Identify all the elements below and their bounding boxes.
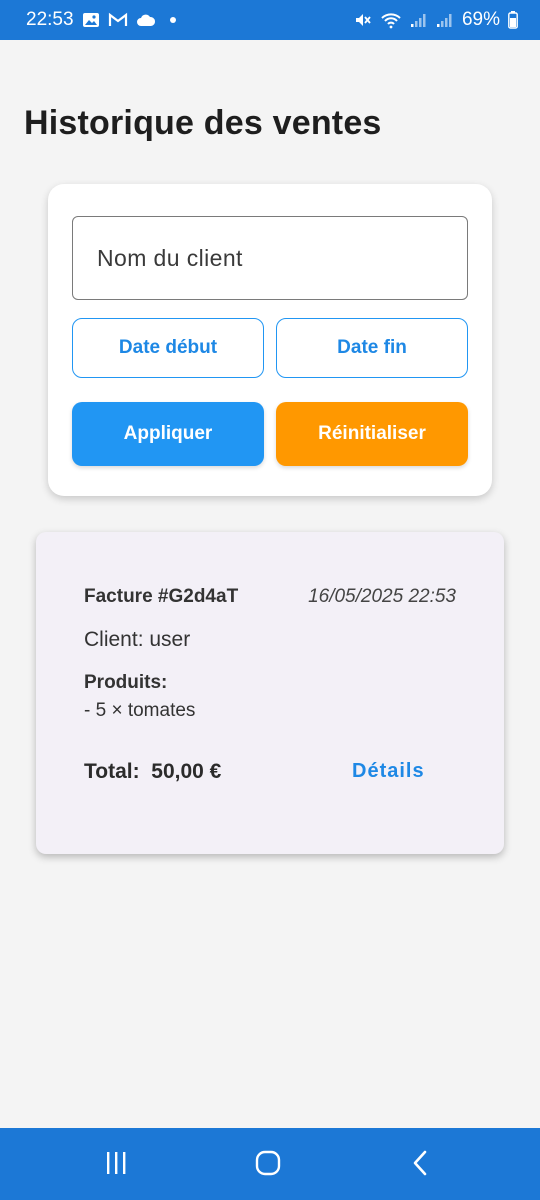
navigation-bar bbox=[0, 1128, 540, 1200]
home-icon bbox=[254, 1149, 282, 1180]
invoice-date: 16/05/2025 22:53 bbox=[308, 586, 456, 607]
signal-icon-2 bbox=[436, 12, 454, 28]
filter-card: Date début Date fin Appliquer Réinitiali… bbox=[48, 184, 492, 496]
status-right: 69% bbox=[354, 9, 518, 31]
products-label: Produits: bbox=[84, 672, 168, 693]
dot-icon bbox=[169, 17, 176, 23]
battery-icon bbox=[508, 11, 518, 29]
mute-icon bbox=[354, 11, 372, 29]
details-button[interactable]: Détails bbox=[352, 760, 425, 783]
signal-icon bbox=[410, 12, 428, 28]
page-title: Historique des ventes bbox=[24, 104, 382, 142]
image-icon bbox=[82, 12, 100, 28]
reset-label: Réinitialiser bbox=[318, 423, 426, 444]
back-icon bbox=[410, 1149, 430, 1180]
cloud-icon bbox=[136, 13, 156, 27]
invoice-number: Facture #G2d4aT bbox=[84, 586, 239, 607]
date-end-label: Date fin bbox=[337, 337, 407, 358]
apply-label: Appliquer bbox=[123, 423, 213, 444]
date-start-button[interactable]: Date début bbox=[72, 318, 264, 378]
battery-percent: 69% bbox=[461, 9, 500, 30]
gmail-icon bbox=[108, 12, 128, 28]
recents-icon bbox=[103, 1150, 129, 1179]
wifi-icon bbox=[380, 11, 402, 29]
status-time: 22:53 bbox=[26, 9, 74, 30]
product-item: - 5 × tomates bbox=[84, 700, 196, 721]
apply-button[interactable]: Appliquer bbox=[72, 402, 264, 466]
invoice-client: Client: user bbox=[84, 628, 191, 651]
status-left: 22:53 bbox=[26, 9, 176, 31]
reset-button[interactable]: Réinitialiser bbox=[276, 402, 468, 466]
date-start-label: Date début bbox=[118, 337, 218, 358]
home-button[interactable] bbox=[218, 1128, 318, 1200]
invoice-card: Facture #G2d4aT 16/05/2025 22:53 Client:… bbox=[36, 532, 504, 854]
back-button[interactable] bbox=[370, 1128, 470, 1200]
recents-button[interactable] bbox=[66, 1128, 166, 1200]
status-bar: 22:53 69% bbox=[0, 0, 540, 40]
client-name-input[interactable] bbox=[72, 216, 468, 300]
date-end-button[interactable]: Date fin bbox=[276, 318, 468, 378]
invoice-total: Total: 50,00 € bbox=[84, 760, 222, 783]
